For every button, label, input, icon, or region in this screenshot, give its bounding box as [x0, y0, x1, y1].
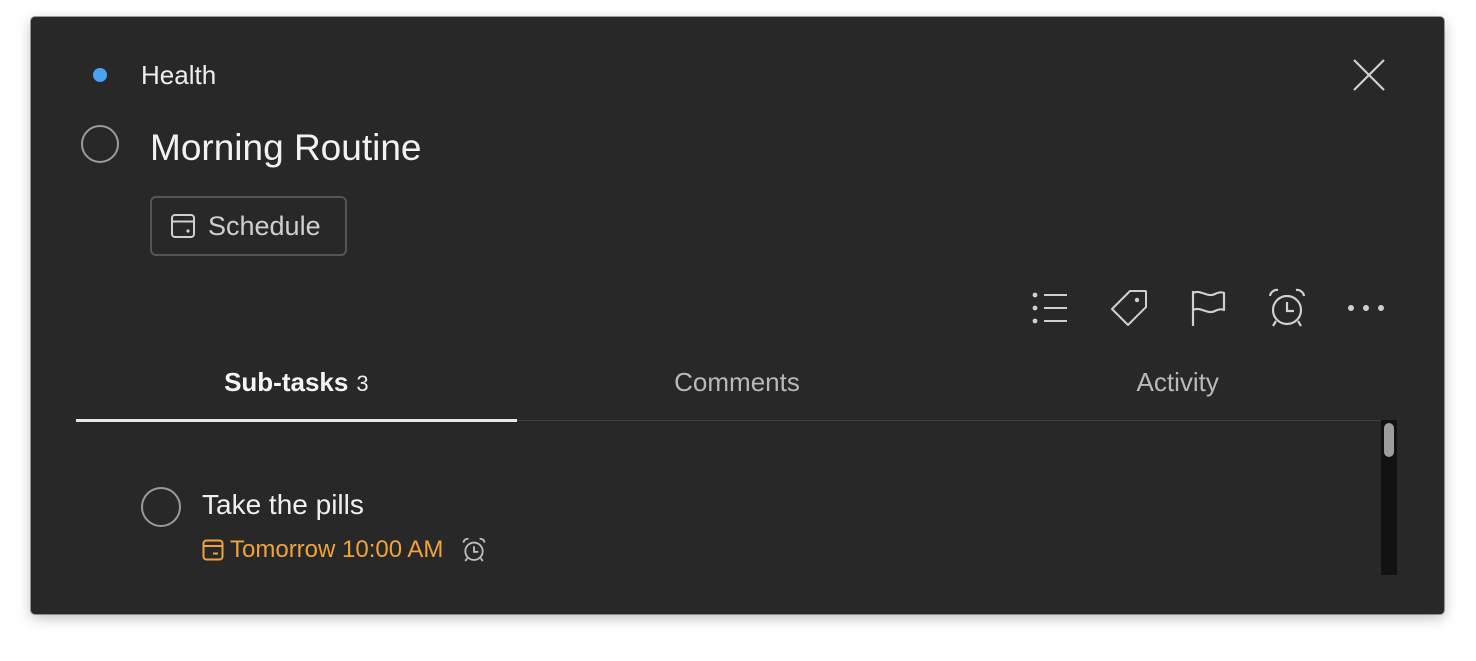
alarm-clock-icon [462, 537, 486, 562]
subtask-due-date[interactable]: Tomorrow 10:00 AM [230, 536, 443, 564]
alarm-clock-icon [1268, 288, 1306, 327]
close-icon [1353, 59, 1385, 91]
label-button[interactable] [1106, 286, 1152, 330]
schedule-label: Schedule [208, 210, 321, 241]
calendar-icon [171, 214, 195, 238]
tab-comments[interactable]: Comments [517, 357, 958, 420]
task-title[interactable]: Morning Routine [150, 123, 421, 173]
calendar-icon [202, 539, 224, 561]
detail-tabs: Sub-tasks 3 Comments Activity [76, 357, 1398, 422]
project-selector[interactable]: Health [93, 57, 216, 93]
tab-activity-label: Activity [1136, 367, 1219, 397]
subtasks-button[interactable] [1027, 286, 1073, 330]
tab-subtasks-label: Sub-tasks [224, 367, 349, 397]
close-button[interactable] [1349, 55, 1389, 95]
subtasks-count: 3 [356, 371, 369, 396]
tag-icon [1111, 290, 1147, 326]
reminder-button[interactable] [1264, 286, 1310, 330]
schedule-button[interactable]: Schedule [150, 196, 347, 256]
task-detail-modal: Health Morning Routine Schedule Sub-task… [31, 17, 1444, 614]
task-complete-checkbox[interactable] [81, 125, 119, 163]
subtask-title: Take the pills [202, 489, 364, 520]
more-horizontal-icon [1348, 305, 1384, 311]
task-toolbar [1027, 286, 1389, 330]
tab-comments-label: Comments [674, 367, 800, 397]
project-name: Health [141, 59, 217, 90]
subtask-reminder [461, 537, 487, 563]
priority-button[interactable] [1185, 286, 1231, 330]
flag-icon [1191, 290, 1226, 326]
scrollbar[interactable] [1381, 420, 1397, 575]
subtask-complete-checkbox[interactable] [141, 487, 181, 527]
subtask-item[interactable]: Take the pills Tomorrow 10:00 AM [141, 481, 741, 571]
more-actions-button[interactable] [1343, 286, 1389, 330]
scrollbar-thumb[interactable] [1384, 423, 1394, 457]
subtasks-list-icon [1032, 292, 1067, 324]
tab-activity[interactable]: Activity [957, 357, 1398, 420]
tab-subtasks[interactable]: Sub-tasks 3 [76, 357, 517, 422]
subtask-meta: Tomorrow 10:00 AM [202, 536, 487, 564]
project-color-dot [93, 68, 107, 82]
